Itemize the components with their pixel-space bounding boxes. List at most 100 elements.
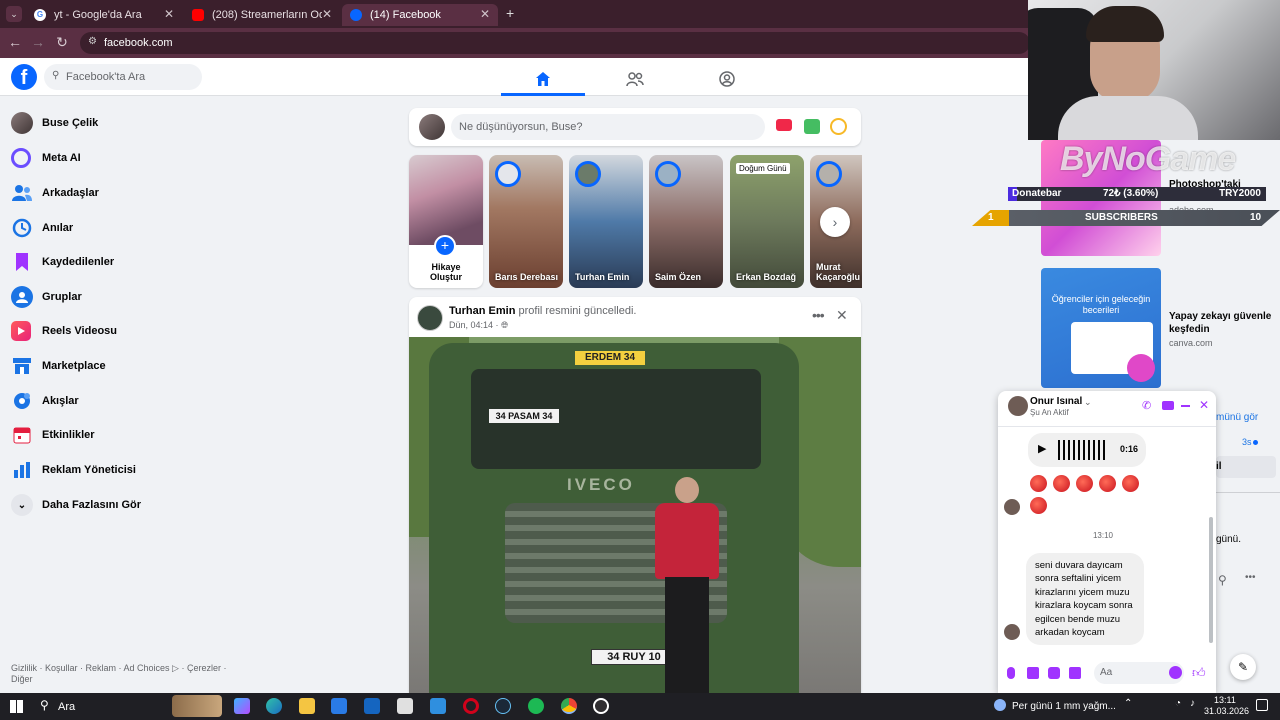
post-author[interactable]: Turhan Emin	[449, 305, 515, 317]
sidebar-item-meta-ai[interactable]: Meta AI	[11, 145, 81, 171]
wifi-icon[interactable]: ◔	[1175, 698, 1181, 709]
avatar	[1004, 499, 1020, 515]
todo-icon[interactable]	[430, 698, 446, 714]
sidebar-item-groups[interactable]: Gruplar	[11, 284, 82, 310]
right-partial-link[interactable]: münü gör	[1216, 412, 1258, 423]
taskbar-search-label[interactable]: Ara	[58, 701, 75, 713]
sidebar-item-label: Daha Fazlasını Gör	[42, 499, 142, 511]
audio-message[interactable]: ▶ 0:16	[1028, 433, 1146, 467]
sidebar-item-events[interactable]: Etkinlikler	[11, 422, 95, 448]
sidebar-item-reels[interactable]: Reels Videosu	[11, 318, 117, 344]
steam-icon[interactable]	[495, 698, 511, 714]
back-icon[interactable]: ←	[6, 34, 24, 50]
nav-home[interactable]	[501, 64, 585, 96]
close-tab-icon[interactable]: ✕	[164, 7, 174, 21]
url-field[interactable]: ⚙ facebook.com	[80, 32, 1030, 54]
facebook-logo[interactable]: f	[11, 64, 37, 90]
reload-icon[interactable]: ↻	[53, 34, 71, 51]
add-story-icon[interactable]: +	[434, 235, 456, 257]
gallery-icon[interactable]	[1027, 667, 1039, 679]
sidebar-item-feeds[interactable]: Akışlar	[11, 388, 79, 414]
chevron-down-icon[interactable]: ⌄	[1084, 397, 1092, 408]
story-card[interactable]: Turhan Emin	[569, 155, 643, 288]
taskbar-search-icon[interactable]: ⚲	[40, 698, 49, 712]
contacts-more-icon[interactable]: •••	[1245, 572, 1256, 583]
phone-icon[interactable]: ✆	[1142, 399, 1151, 412]
like-icon[interactable]: 👍︎	[1192, 665, 1206, 681]
edge-icon[interactable]	[266, 698, 282, 714]
avatar	[816, 161, 842, 187]
site-info-icon[interactable]: ⚙	[88, 36, 97, 47]
chart-icon	[11, 459, 33, 481]
store-icon[interactable]	[331, 698, 347, 714]
chat-header[interactable]: Onur Isınal Şu An Aktif ⌄ ✆ ✕	[998, 391, 1216, 427]
post-image[interactable]: ERDEM 34 34 PASAM 34 IVECO 34 RUY 10	[409, 337, 861, 693]
sidebar-item-profile[interactable]: Buse Çelik	[11, 110, 98, 136]
sidebar-item-see-more[interactable]: ⌄ Daha Fazlasını Gör	[11, 492, 141, 518]
nav-profile[interactable]	[685, 64, 769, 94]
facebook-search-input[interactable]: ⚲ Facebook'ta Ara	[44, 64, 202, 90]
start-icon[interactable]	[10, 700, 23, 713]
spotify-icon[interactable]	[528, 698, 544, 714]
close-tab-icon[interactable]: ✕	[480, 7, 490, 21]
weather-text[interactable]: Per günü 1 mm yağm...	[1012, 701, 1116, 712]
tab-list-button[interactable]: ⌄	[6, 6, 22, 22]
tray-chevron-icon[interactable]: ⌃	[1124, 698, 1132, 709]
tab-title: yt - Google'da Ara	[54, 9, 142, 21]
footer-links[interactable]: Gizlilik · Koşullar · Reklam · Ad Choice…	[11, 663, 231, 685]
notification-icon[interactable]	[1256, 699, 1268, 711]
sidebar-item-friends[interactable]: Arkadaşlar	[11, 180, 99, 206]
create-story-card[interactable]: + Hikaye Oluştur	[409, 155, 483, 288]
sidebar-item-marketplace[interactable]: Marketplace	[11, 353, 106, 379]
volume-icon[interactable]: ♪	[1190, 698, 1195, 709]
new-message-button[interactable]: ✎	[1230, 654, 1256, 680]
forward-icon[interactable]: →	[29, 34, 47, 50]
app-icon[interactable]	[463, 698, 479, 714]
sticker-icon[interactable]	[1048, 667, 1060, 679]
avatar[interactable]	[417, 305, 443, 331]
story-card[interactable]: Doğum Günü Erkan Bozdağ	[730, 155, 804, 288]
more-options-icon[interactable]: •••	[812, 307, 825, 323]
composer-input[interactable]: Ne düşünüyorsun, Buse?	[451, 114, 765, 140]
minimize-icon[interactable]	[1181, 405, 1190, 407]
tab-facebook[interactable]: (14) Facebook ✕	[342, 4, 498, 26]
chat-scrollbar[interactable]	[1209, 517, 1213, 643]
gif-icon[interactable]	[1069, 667, 1081, 679]
close-tab-icon[interactable]: ✕	[322, 7, 332, 21]
chrome-icon[interactable]	[561, 698, 577, 714]
sidebar-item-ads-manager[interactable]: Reklam Yöneticisi	[11, 457, 136, 483]
tab-youtube[interactable]: (208) Streamerların Odalarını D ✕	[184, 4, 340, 26]
contacts-search-icon[interactable]: ⚲	[1218, 573, 1227, 587]
stories-next-button[interactable]: ›	[820, 207, 850, 237]
sidebar-item-saved[interactable]: Kaydedilenler	[11, 249, 114, 275]
emoji-icon[interactable]	[1169, 666, 1182, 679]
tab-google[interactable]: G yt - Google'da Ara ✕	[26, 4, 182, 26]
avatar	[495, 161, 521, 187]
obs-icon[interactable]	[593, 698, 609, 714]
clock-time[interactable]: 13:11	[1214, 695, 1236, 705]
nav-friends[interactable]	[593, 64, 677, 94]
right-partial-button[interactable]: il	[1216, 456, 1276, 478]
widgets-image[interactable]	[172, 695, 222, 717]
post-time[interactable]: Dün, 04:14 ·	[449, 320, 499, 330]
outlook-icon[interactable]	[364, 698, 380, 714]
security-icon[interactable]	[397, 698, 413, 714]
close-icon[interactable]: ✕	[836, 307, 848, 324]
close-chat-icon[interactable]: ✕	[1199, 398, 1209, 412]
clock-icon	[11, 217, 33, 239]
play-icon[interactable]: ▶	[1038, 442, 1046, 455]
feeling-icon[interactable]	[830, 118, 847, 135]
story-card[interactable]: Barıs Derebası	[489, 155, 563, 288]
file-explorer-icon[interactable]	[299, 698, 315, 714]
heart-emoji-icon	[1076, 475, 1093, 492]
sidebar-item-memories[interactable]: Anılar	[11, 215, 73, 241]
clock-date[interactable]: 31.03.2026	[1204, 706, 1249, 716]
photo-icon[interactable]	[804, 119, 820, 134]
story-card[interactable]: Saim Özen	[649, 155, 723, 288]
live-video-icon[interactable]	[776, 119, 792, 131]
video-call-icon[interactable]	[1162, 401, 1174, 410]
new-tab-button[interactable]: +	[506, 5, 514, 21]
copilot-icon[interactable]	[234, 698, 250, 714]
microphone-icon[interactable]	[1007, 667, 1015, 679]
chat-message-bubble[interactable]: seni duvara dayıcam sonra seftalini yice…	[1026, 553, 1144, 646]
